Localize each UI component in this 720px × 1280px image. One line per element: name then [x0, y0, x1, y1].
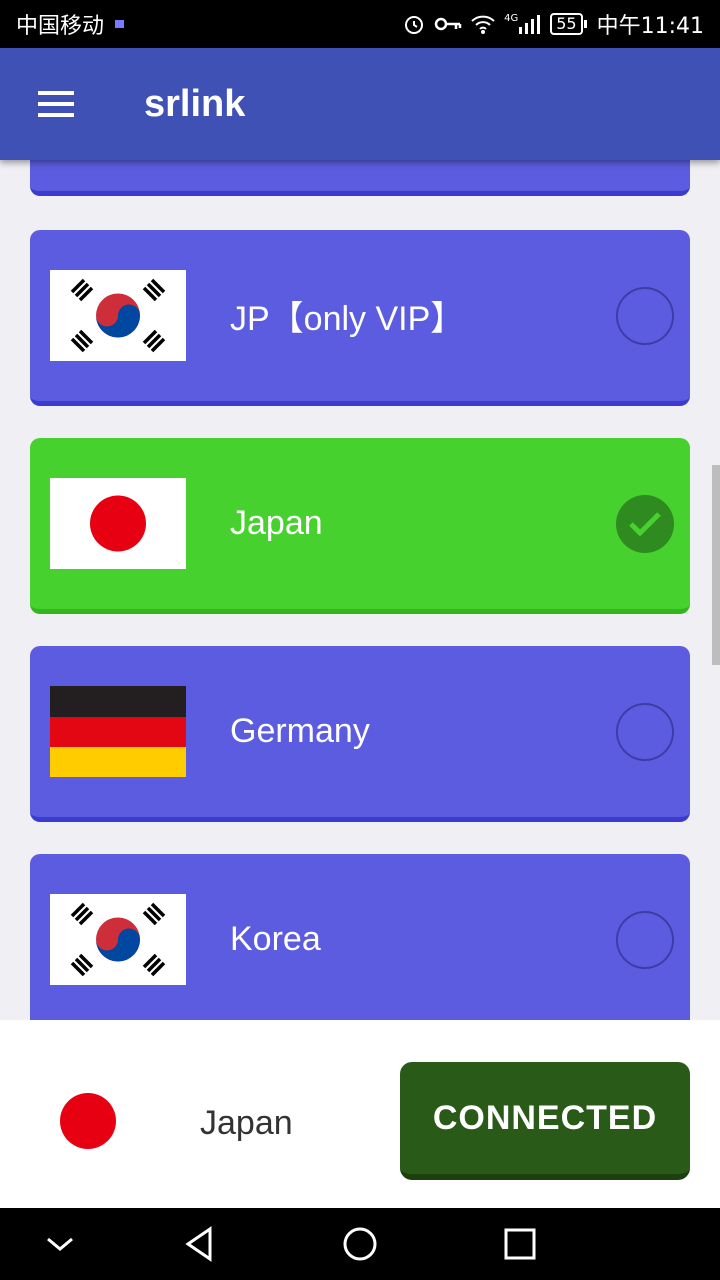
server-label: Japan: [230, 504, 323, 542]
korea-flag-icon: [50, 270, 186, 361]
server-label: JP【only VIP】: [230, 300, 465, 338]
server-label: Germany: [230, 712, 370, 750]
server-card[interactable]: Korea: [30, 854, 690, 1020]
server-card[interactable]: Germany: [30, 646, 690, 822]
chevron-down-icon: [47, 1237, 73, 1251]
japan-flag-icon: [50, 478, 186, 569]
radio-button-checked[interactable]: [616, 494, 674, 553]
server-label: Korea: [230, 920, 321, 958]
korea-flag-icon: [50, 894, 186, 985]
bottom-bar: Japan CONNECTED: [0, 1020, 720, 1208]
radio-button[interactable]: [616, 910, 674, 969]
battery-icon: 55: [550, 13, 588, 35]
network-type: 4G: [504, 13, 519, 24]
server-card-partial[interactable]: [30, 160, 690, 196]
navigation-bar: [0, 1208, 720, 1280]
alarm-icon: [402, 12, 426, 36]
server-list[interactable]: JP【only VIP】 Japan Germany Korea: [0, 160, 720, 1020]
app-bar: srlink: [0, 48, 720, 160]
notification-icon: [114, 18, 126, 30]
carrier-name: 中国移动: [16, 14, 105, 39]
germany-flag-icon: [50, 686, 186, 777]
app-title: srlink: [144, 82, 246, 125]
radio-button[interactable]: [616, 286, 674, 345]
current-server-label: Japan: [200, 1104, 293, 1142]
nav-recents-button[interactable]: [500, 1224, 540, 1264]
status-right: 4G 55 中午11:41: [402, 8, 704, 40]
checkmark-icon: [629, 511, 661, 537]
status-left: 中国移动: [16, 8, 126, 40]
japan-flag-icon: [60, 1093, 116, 1149]
wifi-icon: [470, 13, 496, 35]
back-triangle-icon: [185, 1226, 212, 1262]
menu-button[interactable]: [0, 48, 112, 160]
nav-back-button[interactable]: [180, 1224, 220, 1264]
nav-home-button[interactable]: [340, 1224, 380, 1264]
server-card[interactable]: JP【only VIP】: [30, 230, 690, 406]
hamburger-menu-icon: [38, 91, 74, 117]
clock: 中午11:41: [596, 14, 704, 39]
nav-hide-button[interactable]: [40, 1224, 80, 1264]
recents-square-icon: [504, 1228, 536, 1260]
vpn-key-icon: [434, 14, 462, 34]
connect-button[interactable]: CONNECTED: [400, 1062, 690, 1180]
radio-button[interactable]: [616, 702, 674, 761]
signal-icon: 4G: [504, 13, 542, 35]
home-circle-icon: [343, 1227, 377, 1261]
server-card-selected[interactable]: Japan: [30, 438, 690, 614]
scrollbar[interactable]: [712, 465, 720, 665]
status-bar: 中国移动 4G 55 中午11:41: [0, 0, 720, 48]
